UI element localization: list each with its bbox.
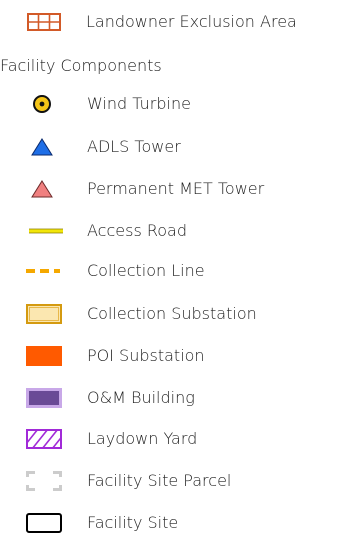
legend-item-access-road: Access Road (0, 216, 360, 246)
laydown-yard-icon (24, 424, 64, 454)
legend-label: ADLS Tower (87, 137, 181, 156)
poi-substation-icon (24, 341, 64, 371)
landowner-exclusion-icon (24, 7, 64, 37)
map-legend: Landowner Exclusion Area Facility Compon… (0, 0, 360, 538)
met-tower-icon (22, 174, 62, 204)
legend-label: Wind Turbine (87, 94, 191, 113)
legend-label: POI Substation (87, 346, 205, 365)
legend-item-poi-substation: POI Substation (0, 341, 360, 371)
legend-item-collection-substation: Collection Substation (0, 299, 360, 329)
legend-label: Laydown Yard (87, 429, 198, 448)
legend-label: Facility Site Parcel (87, 471, 232, 490)
legend-item-facility-site: Facility Site (0, 508, 360, 538)
om-building-icon (24, 383, 64, 413)
legend-label: Permanent MET Tower (87, 179, 265, 198)
legend-label: Landowner Exclusion Area (86, 12, 297, 31)
legend-item-landowner-exclusion: Landowner Exclusion Area (0, 7, 360, 37)
legend-item-laydown-yard: Laydown Yard (0, 424, 360, 454)
legend-item-adls-tower: ADLS Tower (0, 132, 360, 162)
legend-label: Collection Substation (87, 304, 257, 323)
facility-site-parcel-icon (24, 466, 64, 496)
collection-line-icon (24, 256, 64, 286)
legend-item-om-building: O&M Building (0, 383, 360, 413)
legend-label: O&M Building (87, 388, 195, 407)
legend-heading: Facility Components (0, 56, 162, 75)
legend-item-wind-turbine: Wind Turbine (0, 89, 360, 119)
legend-item-met-tower: Permanent MET Tower (0, 174, 360, 204)
legend-item-facility-site-parcel: Facility Site Parcel (0, 466, 360, 496)
legend-label: Access Road (87, 221, 188, 240)
collection-substation-icon (24, 299, 64, 329)
access-road-icon (26, 216, 66, 246)
legend-label: Collection Line (87, 261, 205, 280)
legend-label: Facility Site (87, 513, 179, 532)
facility-site-icon (24, 508, 64, 538)
adls-tower-icon (22, 132, 62, 162)
legend-item-collection-line: Collection Line (0, 256, 360, 286)
wind-turbine-icon (22, 89, 62, 119)
